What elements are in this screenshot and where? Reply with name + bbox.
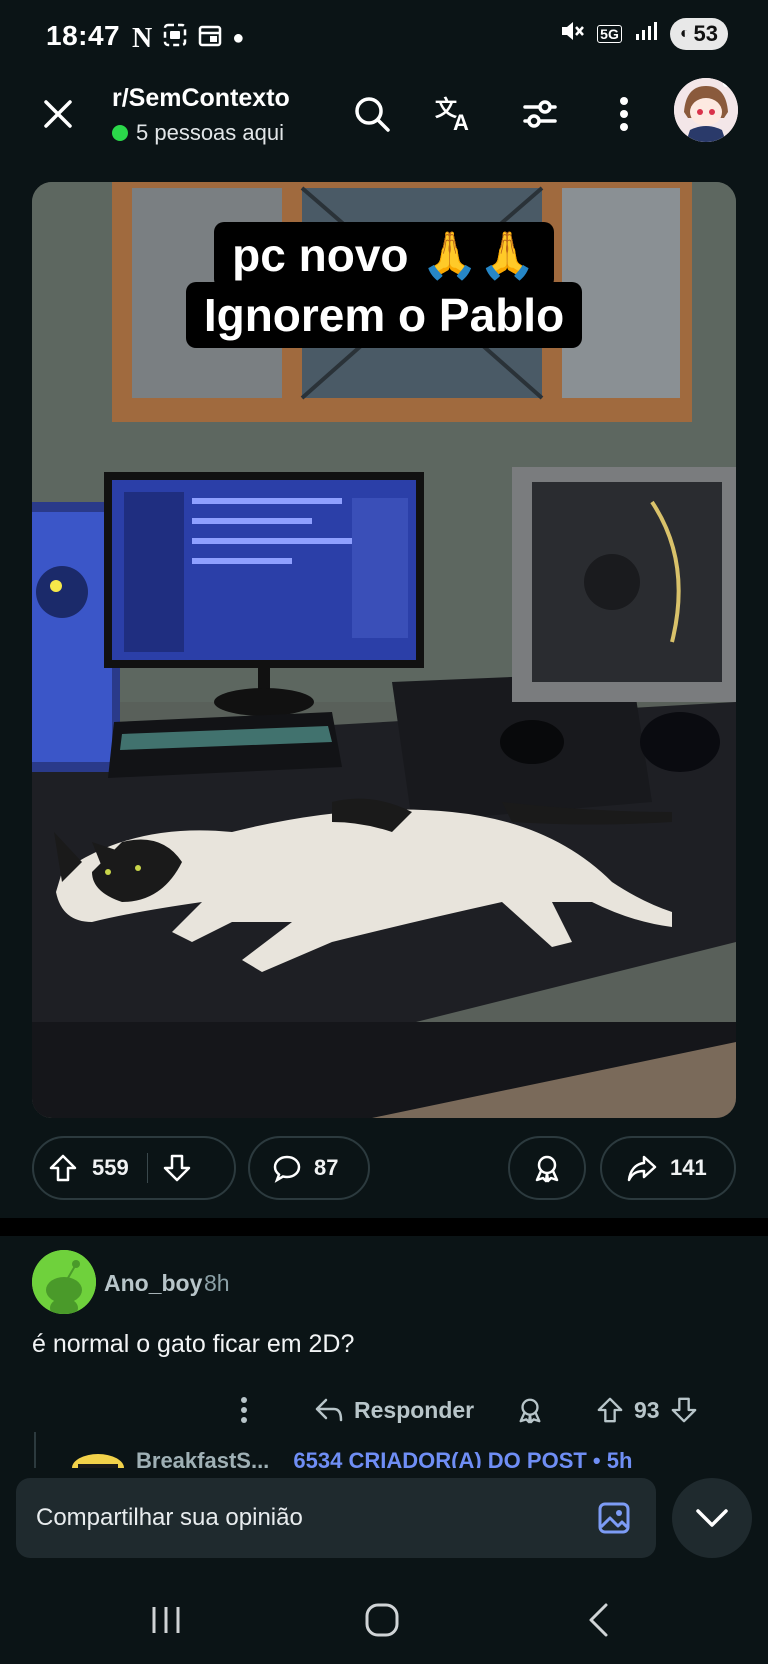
user-avatar[interactable]	[674, 78, 738, 142]
comment-input-placeholder: Compartilhar sua opinião	[36, 1504, 303, 1531]
post-image[interactable]: pc novo 🙏🙏 Ignorem o Pablo	[32, 182, 736, 1118]
system-nav-bar	[0, 1576, 768, 1664]
search-icon	[355, 97, 390, 132]
status-system-icons: 5G ◐ 53	[559, 18, 728, 50]
comment-time: 8h	[204, 1270, 230, 1296]
comment-bubble-icon	[273, 1155, 301, 1183]
svg-text:A: A	[453, 110, 469, 134]
netflix-icon: N	[132, 22, 153, 54]
signal-icon	[634, 20, 658, 48]
comment-more-button[interactable]	[232, 1386, 256, 1434]
recent-apps-icon	[152, 1607, 180, 1633]
image-icon	[598, 1502, 630, 1534]
back-icon	[589, 1603, 608, 1637]
downvote-icon	[671, 1397, 696, 1423]
caption-line-1: pc novo 🙏🙏	[32, 222, 736, 289]
comments-button[interactable]: 87	[248, 1136, 370, 1200]
status-bar: 18:47 N ● 5G ◐ 53	[0, 0, 768, 72]
close-icon	[44, 100, 72, 128]
online-text: 5 pessoas aqui	[136, 120, 284, 145]
share-count: 141	[670, 1155, 707, 1180]
downvote-button[interactable]	[148, 1153, 206, 1183]
network-type: 5G	[597, 25, 622, 43]
comment-username[interactable]: Ano_boy	[104, 1270, 202, 1297]
online-dot-icon	[112, 125, 128, 141]
comment-award-button[interactable]	[516, 1386, 544, 1434]
award-button[interactable]	[508, 1136, 586, 1200]
home-icon	[365, 1603, 399, 1637]
comment-upvote-button[interactable]	[596, 1396, 624, 1424]
comment-count: 87	[314, 1155, 339, 1180]
comment-input[interactable]: Compartilhar sua opinião	[16, 1478, 656, 1558]
comment-actions: Responder 93	[32, 1386, 736, 1434]
commenter-avatar[interactable]	[32, 1250, 96, 1314]
comment-vote-count: 93	[634, 1396, 660, 1423]
comment-downvote-button[interactable]	[670, 1396, 698, 1424]
battery-indicator: ◐ 53	[669, 18, 728, 50]
comment-body: é normal o gato ficar em 2D?	[32, 1330, 355, 1358]
status-notification-icons: N ●	[132, 22, 244, 55]
subreddit-name[interactable]: r/SemContexto	[112, 84, 290, 113]
reply-button[interactable]: Responder	[314, 1386, 474, 1434]
next-comment-username[interactable]: BreakfastS...	[136, 1448, 269, 1468]
battery-level: 53	[693, 21, 718, 46]
share-icon	[627, 1155, 657, 1182]
status-time: 18:47	[46, 20, 121, 51]
reply-arrow-icon	[315, 1398, 343, 1422]
caption-text-2: Ignorem o Pablo	[185, 282, 583, 348]
award-icon	[519, 1398, 541, 1424]
close-button[interactable]	[34, 90, 82, 138]
online-count: 5 pessoas aqui	[112, 120, 284, 146]
next-comment-header: BreakfastS... 6534 CRIADOR(A) DO POST • …	[136, 1448, 632, 1468]
back-button[interactable]	[568, 1596, 628, 1644]
subreddit-header: r/SemContexto 5 pessoas aqui 文A	[0, 76, 768, 152]
share-button[interactable]: 141	[600, 1136, 736, 1200]
upvote-count: 559	[92, 1155, 129, 1180]
upvote-button[interactable]	[34, 1153, 92, 1183]
screenshot-icon	[162, 22, 188, 55]
battery-leaf-icon: ◐	[679, 25, 690, 42]
comment-vote-group: 93	[596, 1386, 698, 1434]
translate-icon: 文A	[435, 96, 469, 134]
vote-pill: 559	[32, 1136, 236, 1200]
dot-icon: ●	[232, 27, 245, 49]
filter-sliders-icon	[523, 100, 557, 128]
reply-label: Responder	[354, 1396, 475, 1423]
more-options-button[interactable]	[600, 90, 648, 138]
filter-button[interactable]	[516, 90, 564, 138]
next-comment-preview: BreakfastS... 6534 CRIADOR(A) DO POST • …	[32, 1432, 736, 1468]
chevron-down-icon	[696, 1509, 728, 1527]
downvote-icon	[163, 1154, 190, 1182]
translate-button[interactable]: 文A	[432, 90, 480, 138]
reply-avatar-icon	[72, 1454, 124, 1468]
post-actions: 559 87 141	[32, 1136, 736, 1200]
mute-icon	[559, 18, 585, 50]
thread-line	[34, 1432, 36, 1468]
upvote-icon	[597, 1397, 623, 1423]
collapse-button[interactable]	[672, 1478, 752, 1558]
recent-apps-button[interactable]	[136, 1596, 196, 1644]
avatar-icon	[674, 78, 738, 142]
more-vertical-icon	[241, 1397, 247, 1423]
caption-line-2: Ignorem o Pablo	[32, 282, 736, 348]
attach-image-button[interactable]	[590, 1494, 638, 1542]
home-button[interactable]	[352, 1596, 412, 1644]
section-divider	[0, 1218, 768, 1236]
op-badge: 6534 CRIADOR(A) DO POST • 5h	[293, 1448, 633, 1468]
snoo-avatar-icon	[32, 1250, 96, 1314]
upvote-icon	[49, 1154, 77, 1182]
caption-text-1: pc novo 🙏🙏	[214, 222, 554, 289]
more-vertical-icon	[620, 97, 628, 131]
award-icon	[535, 1155, 559, 1183]
search-button[interactable]	[348, 90, 396, 138]
calendar-icon	[198, 23, 222, 54]
